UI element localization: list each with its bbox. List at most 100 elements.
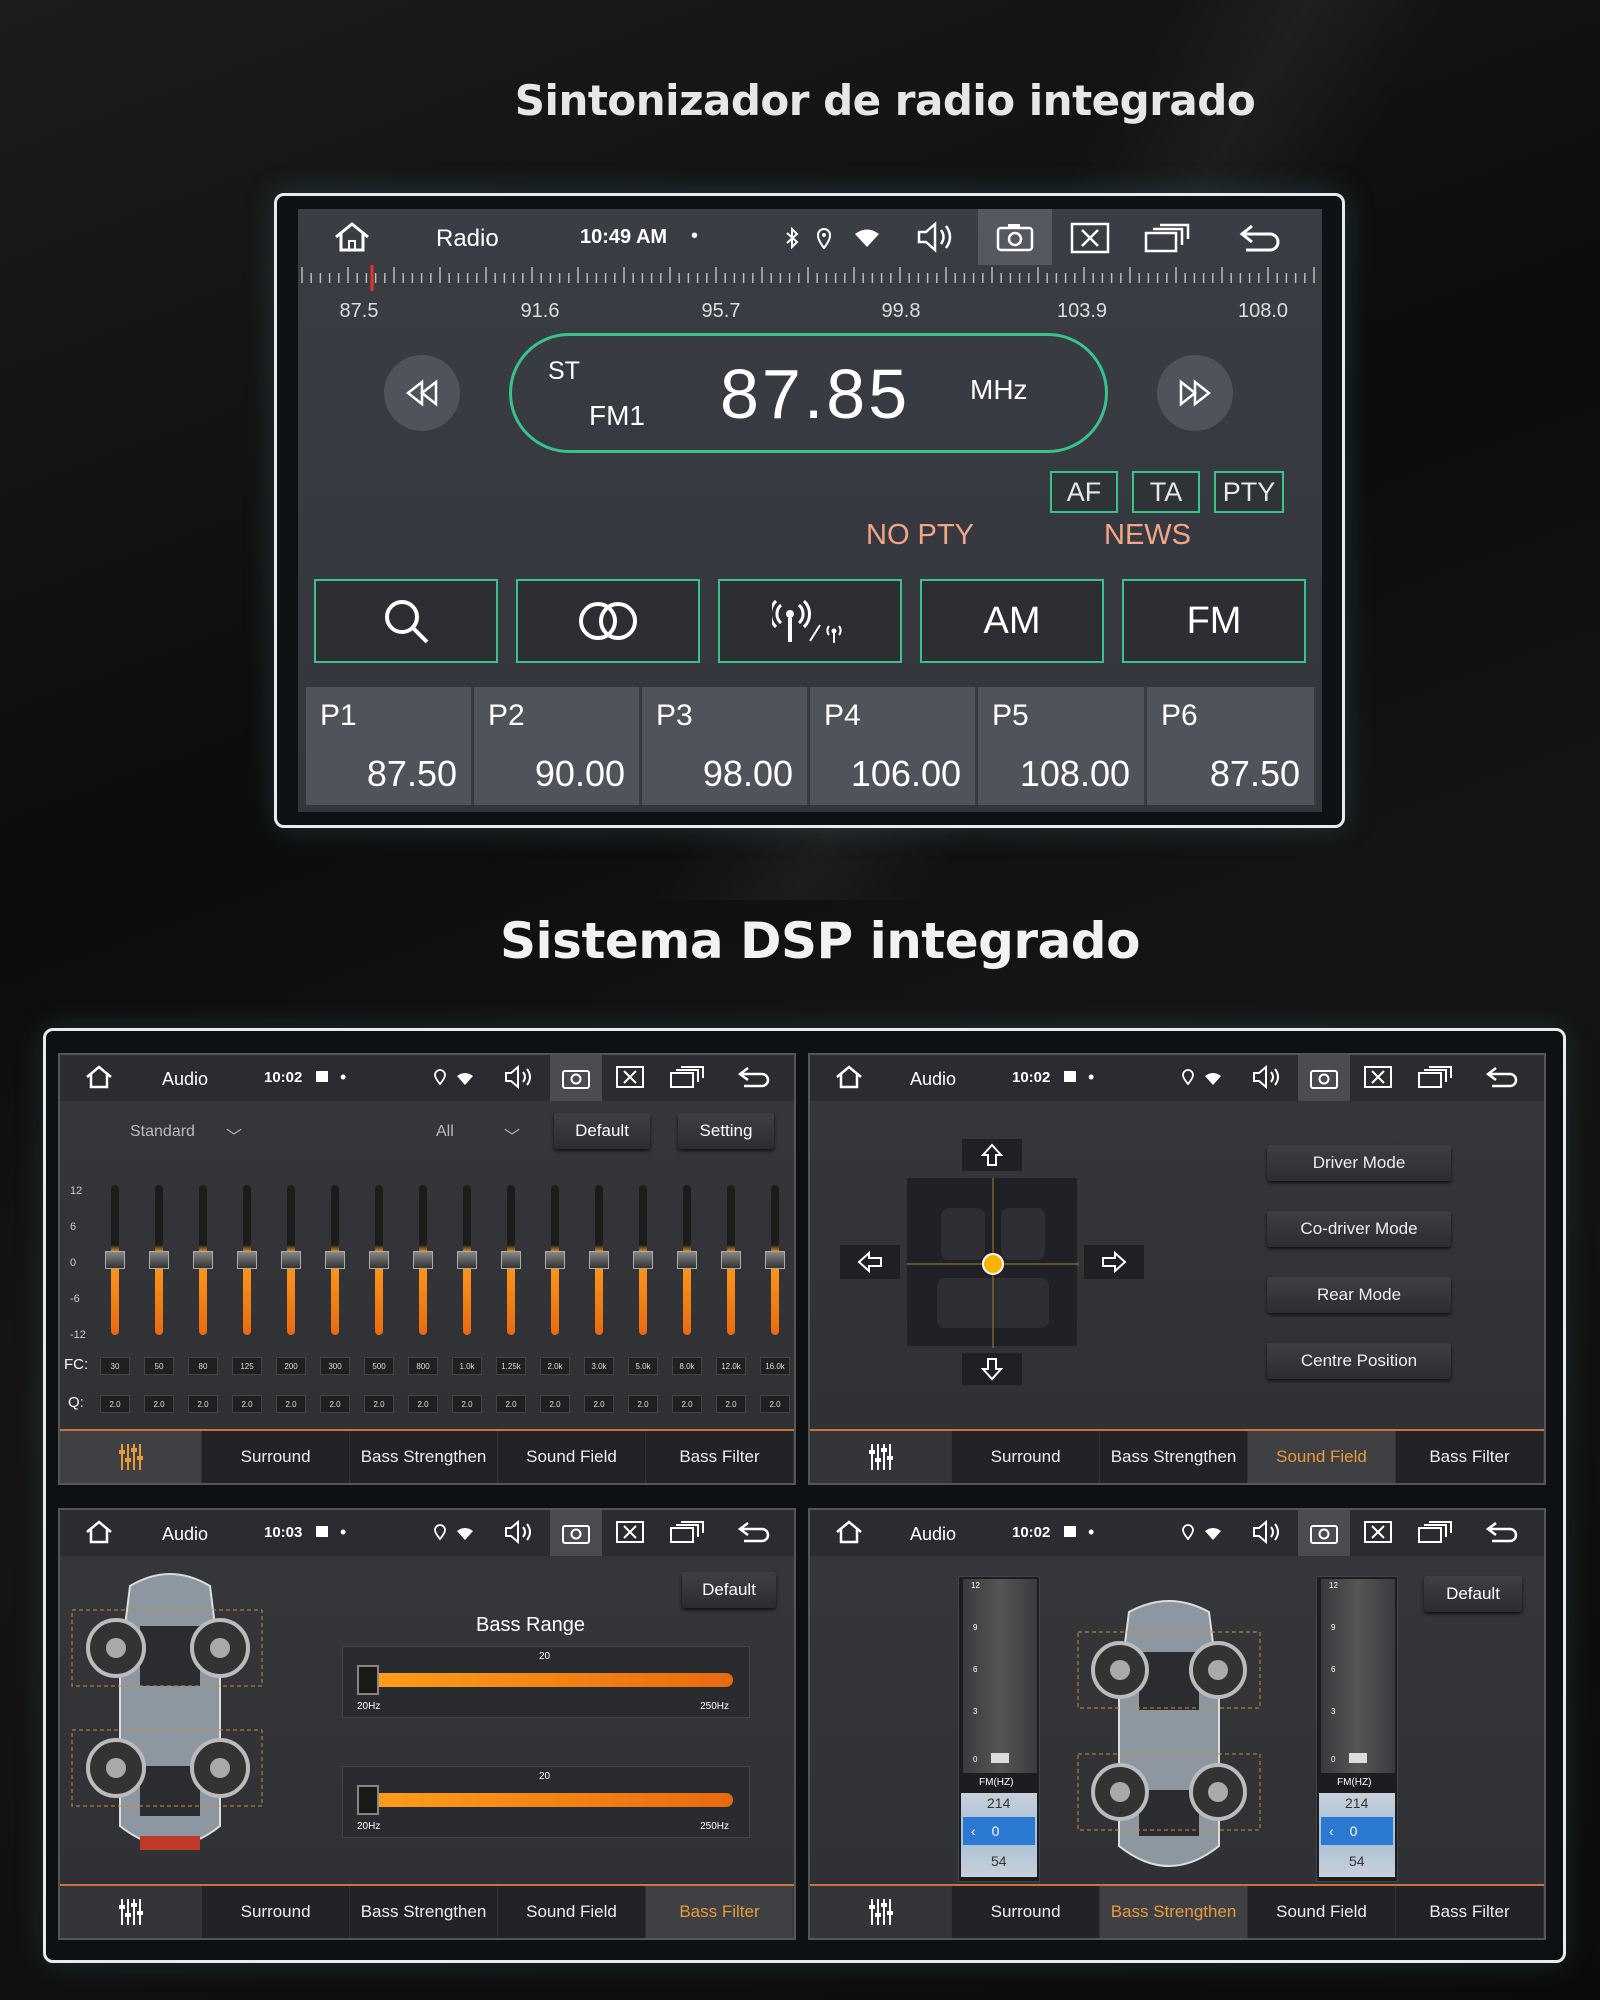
frequency-ruler[interactable] [298, 265, 1322, 295]
q-value[interactable]: 2.0 [100, 1395, 130, 1413]
left-arrow-button[interactable] [840, 1245, 900, 1279]
preset-p2[interactable]: P2 90.00 [474, 687, 641, 805]
fc-value[interactable]: 500 [364, 1357, 394, 1375]
fc-value[interactable]: 2.0k [540, 1357, 570, 1375]
q-value[interactable]: 2.0 [144, 1395, 174, 1413]
home-icon[interactable] [84, 1065, 114, 1094]
slider-thumb[interactable] [357, 1785, 379, 1815]
q-value[interactable]: 2.0 [364, 1395, 394, 1413]
close-app-icon[interactable] [1070, 222, 1110, 254]
back-icon[interactable] [737, 1066, 772, 1093]
down-arrow-button[interactable] [962, 1353, 1022, 1385]
eq-slider-thumb[interactable] [721, 1251, 741, 1269]
fc-value[interactable]: 3.0k [584, 1357, 614, 1375]
fc-value[interactable]: 30 [100, 1357, 130, 1375]
gain-thumb[interactable] [1349, 1753, 1367, 1763]
close-app-icon[interactable] [1364, 1521, 1392, 1548]
fc-value[interactable]: 125 [232, 1357, 262, 1375]
close-app-icon[interactable] [616, 1521, 644, 1548]
stereo-button[interactable] [516, 579, 700, 663]
fc-value[interactable]: 300 [320, 1357, 350, 1375]
q-value[interactable]: 2.0 [188, 1395, 218, 1413]
chevron-down-icon[interactable]: ﹀ [504, 1123, 520, 1147]
eq-slider-thumb[interactable] [457, 1251, 477, 1269]
preset-p1[interactable]: P1 87.50 [306, 687, 473, 805]
recent-apps-icon[interactable] [1418, 1521, 1452, 1548]
tab-bass-filter[interactable]: Bass Filter [646, 1886, 794, 1938]
volume-icon[interactable] [916, 220, 958, 254]
home-icon[interactable] [834, 1065, 864, 1094]
eq-slider-thumb[interactable] [765, 1251, 785, 1269]
tab-equalizer[interactable] [810, 1886, 953, 1938]
am-button[interactable]: AM [920, 579, 1104, 663]
seek-forward-button[interactable] [1157, 355, 1233, 431]
co-driver-mode-button[interactable]: Co-driver Mode [1267, 1211, 1451, 1247]
tab-surround[interactable]: Surround [952, 1886, 1101, 1938]
rear-mode-button[interactable]: Rear Mode [1267, 1277, 1451, 1313]
fc-value[interactable]: 16.0k [760, 1357, 790, 1375]
home-icon[interactable] [84, 1520, 114, 1549]
listening-position-grid[interactable] [906, 1177, 1079, 1348]
tab-surround[interactable]: Surround [202, 1886, 351, 1938]
close-app-icon[interactable] [616, 1066, 644, 1093]
fc-value[interactable]: 8.0k [672, 1357, 702, 1375]
bass-range-slider-1[interactable]: 20 20Hz 250Hz [342, 1646, 750, 1718]
tab-equalizer[interactable] [60, 1886, 203, 1938]
screenshot-icon[interactable] [978, 209, 1052, 265]
volume-icon[interactable] [504, 1519, 534, 1550]
frequency-picker[interactable]: 214 ‹ 0 54 [1319, 1793, 1395, 1877]
preset-p4[interactable]: P4 106.00 [810, 687, 977, 805]
home-icon[interactable] [332, 221, 372, 253]
eq-slider-thumb[interactable] [501, 1251, 521, 1269]
tab-bass-filter[interactable]: Bass Filter [646, 1431, 794, 1483]
chevron-down-icon[interactable]: ﹀ [226, 1123, 242, 1147]
preset-p3[interactable]: P3 98.00 [642, 687, 809, 805]
default-button[interactable]: Default [554, 1113, 650, 1149]
tab-equalizer[interactable] [60, 1431, 203, 1483]
fc-value[interactable]: 1.25k [496, 1357, 526, 1375]
q-value[interactable]: 2.0 [540, 1395, 570, 1413]
q-value[interactable]: 2.0 [628, 1395, 658, 1413]
tab-sound-field[interactable]: Sound Field [1248, 1431, 1396, 1483]
tab-bass-strengthen[interactable]: Bass Strengthen [350, 1886, 499, 1938]
rear-bass-gain-control[interactable]: 12 9 6 3 0 FM(HZ) 214 ‹ 0 54 [1316, 1576, 1398, 1882]
eq-slider-thumb[interactable] [369, 1251, 389, 1269]
fc-value[interactable]: 800 [408, 1357, 438, 1375]
tab-equalizer[interactable] [810, 1431, 953, 1483]
setting-button[interactable]: Setting [678, 1113, 774, 1149]
back-icon[interactable] [1238, 223, 1284, 253]
back-icon[interactable] [1485, 1066, 1520, 1093]
tab-bass-filter[interactable]: Bass Filter [1396, 1886, 1544, 1938]
q-value[interactable]: 2.0 [760, 1395, 790, 1413]
search-button[interactable] [314, 579, 498, 663]
eq-scope-dropdown[interactable]: All [436, 1123, 454, 1141]
volume-icon[interactable] [1252, 1064, 1282, 1095]
recent-apps-icon[interactable] [1418, 1066, 1452, 1093]
eq-slider-thumb[interactable] [633, 1251, 653, 1269]
up-arrow-button[interactable] [962, 1139, 1022, 1171]
fc-value[interactable]: 200 [276, 1357, 306, 1375]
q-value[interactable]: 2.0 [320, 1395, 350, 1413]
screenshot-icon[interactable] [550, 1055, 602, 1101]
tab-sound-field[interactable]: Sound Field [498, 1431, 646, 1483]
seek-back-button[interactable] [384, 355, 460, 431]
back-icon[interactable] [1485, 1521, 1520, 1548]
local-distance-button[interactable] [718, 579, 902, 663]
driver-mode-button[interactable]: Driver Mode [1267, 1145, 1451, 1181]
fc-value[interactable]: 1.0k [452, 1357, 482, 1375]
q-value[interactable]: 2.0 [672, 1395, 702, 1413]
fc-value[interactable]: 50 [144, 1357, 174, 1375]
default-button[interactable]: Default [1424, 1576, 1522, 1612]
recent-apps-icon[interactable] [1144, 223, 1190, 253]
tab-surround[interactable]: Surround [952, 1431, 1101, 1483]
recent-apps-icon[interactable] [670, 1066, 704, 1093]
recent-apps-icon[interactable] [670, 1521, 704, 1548]
volume-icon[interactable] [504, 1064, 534, 1095]
tab-sound-field[interactable]: Sound Field [1248, 1886, 1396, 1938]
back-icon[interactable] [737, 1521, 772, 1548]
q-value[interactable]: 2.0 [452, 1395, 482, 1413]
screenshot-icon[interactable] [550, 1510, 602, 1556]
eq-slider-thumb[interactable] [545, 1251, 565, 1269]
tab-sound-field[interactable]: Sound Field [498, 1886, 646, 1938]
tab-bass-strengthen[interactable]: Bass Strengthen [1100, 1886, 1249, 1938]
